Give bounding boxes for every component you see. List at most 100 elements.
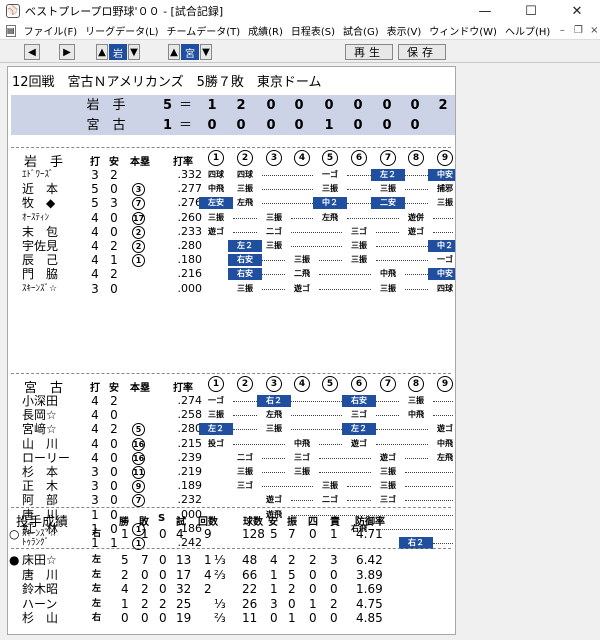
- pitcher-row[interactable]: ○ ｽｷｰﾝｽﾞ☆ 右 1 1 0 4 9 128 5 7 0 1 4.71: [8, 527, 455, 541]
- dotted-connector: [233, 429, 257, 431]
- batter-row[interactable]: 門 脇 4 2 .216 右安 二飛 中飛 中安: [8, 267, 455, 281]
- batter-row[interactable]: 近 本 5 0 3.277 中飛 三振 三振 三振 捕邪: [8, 182, 455, 197]
- pitcher-bb: 0: [309, 582, 317, 596]
- close-icon[interactable]: ✕: [554, 0, 600, 22]
- menu-team-data[interactable]: チームデータ(T): [163, 23, 245, 38]
- inning-label: 1: [208, 150, 224, 166]
- mdi-minimize-icon[interactable]: –: [554, 25, 570, 36]
- batter-row[interactable]: ｵｰｽﾃｨﾝ 4 0 17 .260 三振 三振 左飛 遊併: [8, 211, 455, 225]
- pitcher-h: 0: [270, 611, 278, 625]
- batter-row[interactable]: 宇佐見 4 2 2.280 左２ 三振 三振 中２: [8, 239, 455, 253]
- header-hr: 本塁: [130, 157, 150, 168]
- team2-up-button[interactable]: ▲: [168, 44, 180, 60]
- plate-appearance: 三振: [351, 255, 367, 265]
- dotted-connector: [376, 443, 428, 445]
- batter-row[interactable]: 牧 ◆ 5 3 7.276 左安 左飛 中２ 二安 三振: [8, 196, 455, 211]
- dotted-connector: [262, 260, 285, 262]
- pitching-header-s: S: [158, 513, 166, 524]
- batter-row[interactable]: 正 木 3 0 9 .189 三ゴ 三振 三振: [8, 479, 455, 494]
- pitcher-row[interactable]: ● 床田☆ 左 5 7 0 13 1 48 4 2 2 3 6.42 ⅓: [8, 553, 455, 567]
- menu-help[interactable]: ヘルプ(H): [501, 23, 554, 38]
- pitcher-row[interactable]: ハーン左 1 2 2 25 26 3 0 1 2 4.75 ⅓: [8, 596, 455, 611]
- save-button[interactable]: 保存: [398, 44, 446, 60]
- batter-row[interactable]: 辰 己 4 1 1.180 右安 三振 三振 一ゴ: [8, 253, 455, 268]
- hits: 3: [110, 196, 118, 211]
- prev-game-button[interactable]: ◀: [24, 44, 40, 60]
- batter-row[interactable]: ローリー 4 0 16 .239 二ゴ 三ゴ 遊ゴ 左飛: [8, 451, 455, 465]
- batter-row[interactable]: 杉 本 3 0 11 .219 三振 三振 三振: [8, 465, 455, 479]
- pitcher-so: 0: [288, 596, 296, 611]
- plate-appearance: 中飛: [294, 438, 310, 448]
- menu-game[interactable]: 試合(G): [339, 23, 383, 38]
- batting-average: .189: [177, 479, 203, 493]
- pitcher-row[interactable]: 杉 山右 0 0 0 19 11 0 1 0 0 4.85 ⅔: [8, 611, 455, 625]
- player-name: 宮﨑☆: [22, 422, 57, 437]
- plate-appearance: 中飛: [408, 410, 424, 420]
- batter-row[interactable]: 唐 川 1 0.000 遊飛: [8, 508, 455, 522]
- header-ab: 打: [90, 157, 100, 168]
- inning-label: 9: [437, 376, 453, 392]
- pitcher-g: 19: [176, 611, 192, 625]
- mdi-restore-icon[interactable]: ❐: [570, 25, 586, 36]
- inning-label: 6: [351, 150, 367, 166]
- home-runs: 11: [132, 466, 145, 479]
- team1-button[interactable]: 岩: [109, 44, 127, 60]
- pitcher-w: 2: [121, 567, 129, 582]
- player-name: 牧 ◆: [22, 196, 56, 211]
- team2-button[interactable]: 宮: [181, 44, 199, 60]
- menu-league-data[interactable]: リーグデータ(L): [81, 23, 162, 38]
- plate-appearance: 三振: [380, 467, 396, 476]
- menu-window[interactable]: ウィンドウ(W): [425, 23, 501, 38]
- plate-appearance: 三振: [322, 481, 338, 491]
- pitcher-bb: 1: [309, 596, 317, 611]
- pitcher-bb: 2: [309, 553, 317, 567]
- scrollbar[interactable]: [456, 66, 468, 635]
- batter-row[interactable]: ｴﾄﾞﾜｰｽﾞ 3 2.332 四球 四球 一ゴ 左２ 中安: [8, 168, 455, 182]
- batter-row[interactable]: 宮﨑☆ 4 2 5.280 左２ 三振 左２ 遊ゴ: [8, 422, 455, 437]
- pitcher-w: 1: [121, 596, 129, 611]
- pitcher-w: 5: [121, 553, 129, 567]
- dotted-connector: [376, 246, 428, 247]
- pitcher-s: 0: [159, 582, 167, 596]
- batter-row[interactable]: 阿 部 3 0 7 .232 遊ゴ 二ゴ 三ゴ: [8, 493, 455, 508]
- batting-average: .219: [177, 465, 203, 478]
- team2-down-button[interactable]: ▼: [200, 44, 212, 60]
- team1-up-button[interactable]: ▲: [96, 44, 108, 60]
- pitching-header-er: 責: [330, 517, 340, 528]
- team1-down-button[interactable]: ▼: [128, 44, 140, 60]
- maximize-icon[interactable]: ☐: [508, 0, 554, 22]
- pitcher-s: 0: [159, 527, 167, 541]
- pitcher-row[interactable]: 鈴木昭左 4 2 0 32 2 22 1 2 0 0 1.69: [8, 582, 455, 596]
- batter-row[interactable]: 長岡☆ 4 0 .258 三振 左飛 三ゴ 中飛: [8, 408, 455, 422]
- pitcher-row[interactable]: 唐 川左 2 0 0 17 4 66 1 5 0 0 3.89 ⅔: [8, 567, 455, 582]
- inning-label: 7: [380, 376, 396, 392]
- throwing-hand: 左: [92, 584, 102, 594]
- plate-appearance: 遊ゴ: [437, 424, 453, 434]
- batter-row[interactable]: ｽｷｰﾝｽﾞ☆ 3 0 .000 三振 遊ゴ 三振 四球: [8, 282, 455, 296]
- baseball-icon[interactable]: ⚾: [6, 4, 20, 18]
- pitcher-er: 2: [330, 596, 338, 611]
- menu-view[interactable]: 表示(V): [383, 23, 426, 38]
- batting-average: .258: [177, 408, 203, 422]
- next-game-button[interactable]: ▶: [59, 44, 75, 60]
- at-bats: 3: [91, 493, 99, 508]
- menu-schedule[interactable]: 日程表(S): [287, 23, 339, 38]
- batter-row[interactable]: 山 川 4 0 16 .215 投ゴ 中飛 遊ゴ 中飛: [8, 437, 455, 451]
- menu-records[interactable]: 成績(R): [244, 23, 287, 38]
- plate-appearance: 三振: [380, 184, 396, 194]
- pitcher-era: 4.75: [356, 596, 383, 611]
- minimize-icon[interactable]: —: [462, 0, 508, 22]
- pitching-header-w: 勝: [119, 517, 129, 528]
- document-icon[interactable]: ▤: [6, 24, 16, 37]
- pitcher-s: 0: [159, 567, 167, 582]
- replay-button[interactable]: 再生: [345, 44, 393, 60]
- batter-row[interactable]: 小深田 4 2 .274 一ゴ 右２ 右安 三振: [8, 394, 455, 408]
- linescore-inning: 0: [294, 98, 304, 113]
- home-runs: 16: [132, 437, 145, 451]
- plate-appearance: 左飛: [237, 198, 253, 208]
- pitcher-era: 4.71: [356, 527, 383, 541]
- batter-row[interactable]: 末 包 4 0 2 .233 遊ゴ 二ゴ 三ゴ 遊ゴ: [8, 225, 455, 239]
- mdi-close-icon[interactable]: ×: [586, 25, 600, 36]
- menu-file[interactable]: ファイル(F): [20, 23, 82, 38]
- dotted-connector: [262, 189, 313, 191]
